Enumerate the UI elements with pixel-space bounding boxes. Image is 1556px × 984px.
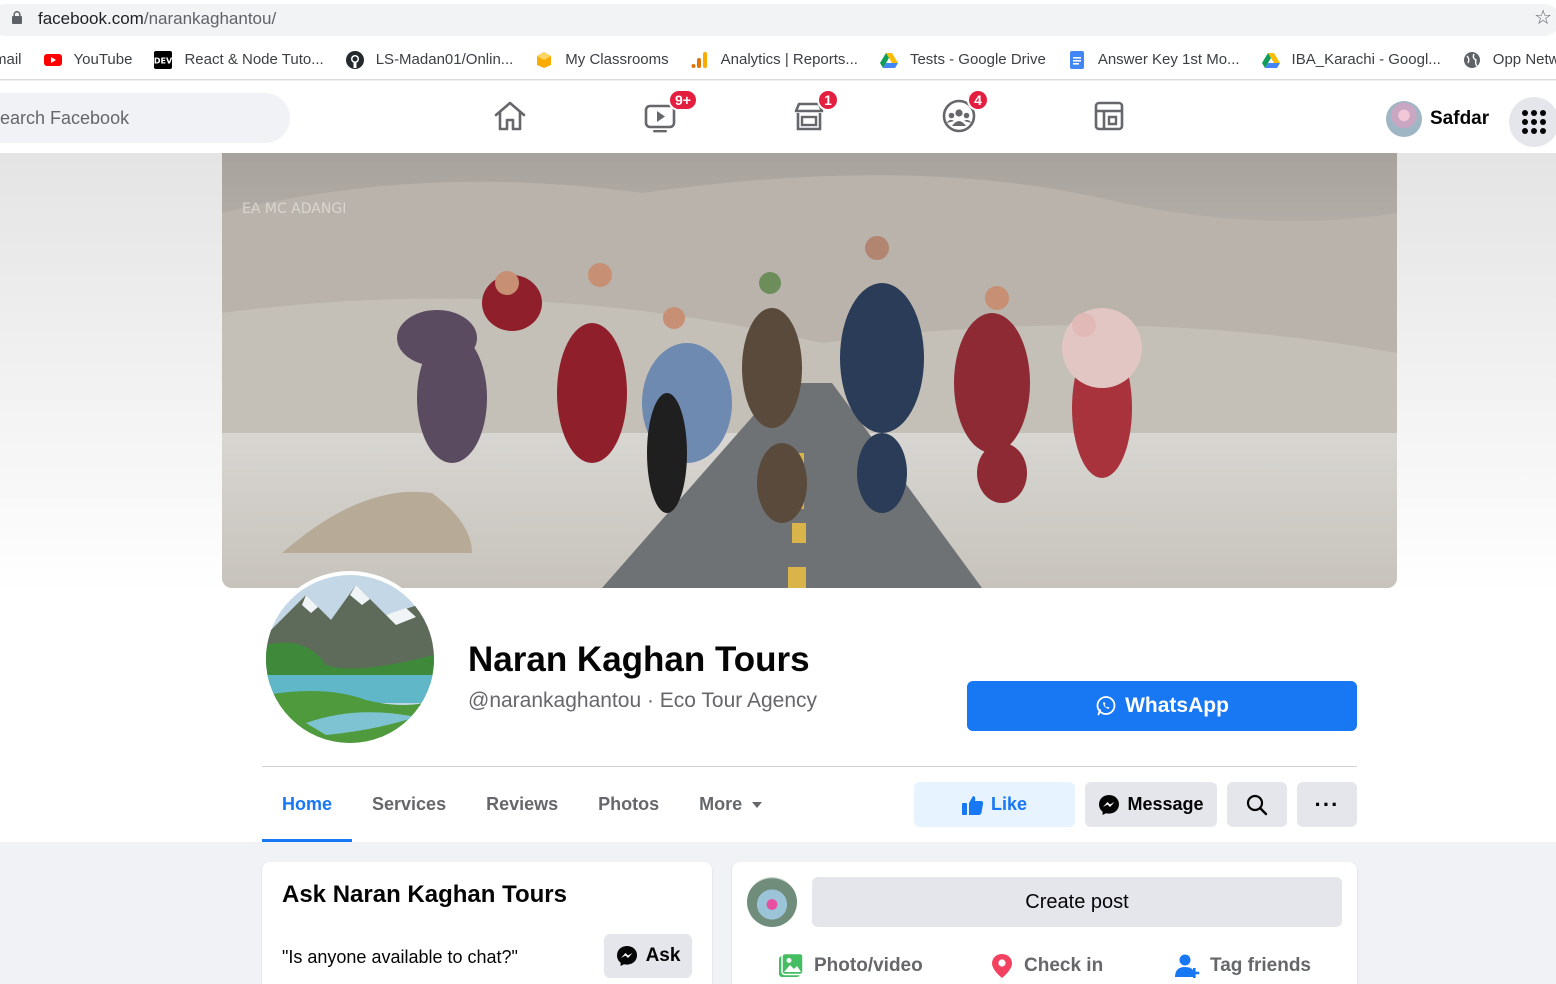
menu-grid-icon[interactable]: [1509, 97, 1556, 147]
message-button[interactable]: Message: [1085, 782, 1217, 827]
svg-text:DEV: DEV: [154, 56, 172, 65]
whatsapp-icon: [1096, 696, 1116, 716]
github-icon: [345, 50, 364, 69]
bookmark-label: IBA_Karachi - Googl...: [1291, 51, 1441, 68]
bookmark-label: React & Node Tuto...: [184, 51, 324, 68]
groups-badge: 4: [967, 89, 989, 111]
bookmark-label: YouTube: [73, 51, 133, 68]
bookmark-star-icon[interactable]: ☆: [1534, 8, 1552, 28]
create-post-card: Create post Photo/video Check in Tag fri…: [732, 862, 1357, 984]
browser-address-bar: facebook.com/narankaghantou/ ☆: [0, 0, 1556, 40]
tab-home[interactable]: Home: [262, 767, 353, 842]
url-path: /narankaghantou/: [143, 9, 277, 28]
google-drive-icon: [879, 52, 898, 68]
bookmark-label: mail: [0, 51, 22, 68]
avatar[interactable]: [747, 877, 797, 927]
message-label: Message: [1127, 794, 1204, 814]
create-post-button[interactable]: Create post: [812, 877, 1342, 927]
page-username-category: @narankaghantou · Eco Tour Agency: [468, 689, 817, 712]
avatar: [1386, 101, 1422, 137]
photo-video-label: Photo/video: [814, 955, 923, 976]
cover-photo[interactable]: EA MC ADANGI: [222, 153, 1397, 588]
bookmark-youtube[interactable]: YouTube: [43, 51, 133, 69]
profile-name: Safdar: [1430, 108, 1490, 129]
like-button[interactable]: Like: [914, 782, 1075, 827]
tab-more-label: More: [699, 794, 743, 814]
gaming-icon[interactable]: [1091, 98, 1127, 134]
whatsapp-button[interactable]: WhatsApp: [967, 681, 1357, 731]
dev-icon: DEV: [154, 50, 173, 69]
bookmark-label: Tests - Google Drive: [909, 51, 1046, 68]
page-title: Naran Kaghan Tours: [468, 640, 810, 679]
lock-icon: [12, 11, 22, 24]
page-search-button[interactable]: [1227, 782, 1287, 827]
bookmark-opp-network[interactable]: Opp Network: [1463, 51, 1556, 69]
bookmarks-bar: mail YouTube DEV React & Node Tuto... LS…: [0, 40, 1556, 80]
tag-friends-button[interactable]: Tag friends: [1174, 953, 1311, 979]
bookmark-gmail[interactable]: mail: [0, 51, 22, 68]
profile-chip[interactable]: Safdar: [1386, 101, 1489, 137]
google-docs-icon: [1069, 50, 1084, 69]
facebook-search-input[interactable]: earch Facebook: [0, 93, 290, 143]
youtube-icon: [43, 53, 62, 66]
search-placeholder: earch Facebook: [0, 108, 130, 128]
bookmark-dev[interactable]: DEV React & Node Tuto...: [154, 50, 324, 69]
ask-page-card: Ask Naran Kaghan Tours "Is anyone availa…: [262, 862, 712, 984]
thumbs-up-icon: [961, 795, 984, 815]
more-options-icon: ···: [1314, 791, 1340, 817]
bookmark-label: My Classrooms: [565, 51, 669, 68]
location-pin-icon: [992, 954, 1012, 978]
tag-friends-icon: [1175, 954, 1200, 978]
whatsapp-label: WhatsApp: [1125, 694, 1229, 717]
facebook-top-bar: earch Facebook 9+ 1 4 Safdar: [0, 81, 1556, 153]
bookmark-label: Opp Network: [1492, 51, 1556, 68]
bookmark-label: Answer Key 1st Mo...: [1097, 51, 1240, 68]
tag-friends-label: Tag friends: [1210, 955, 1311, 976]
page-profile-picture[interactable]: [262, 571, 438, 747]
create-post-label: Create post: [1025, 890, 1129, 913]
ask-suggested-question[interactable]: "Is anyone available to chat?": [282, 947, 518, 968]
marketplace-badge: 1: [817, 89, 839, 111]
lake-mountain-image: [266, 575, 434, 743]
ask-card-title: Ask Naran Kaghan Tours: [282, 881, 567, 908]
tab-reviews[interactable]: Reviews: [466, 767, 578, 842]
photo-icon: [779, 953, 804, 977]
messenger-icon: [616, 946, 637, 966]
bookmark-label: LS-Madan01/Onlin...: [375, 51, 514, 68]
ask-button[interactable]: Ask: [604, 934, 692, 978]
tab-more[interactable]: More: [679, 767, 782, 842]
google-drive-icon: [1261, 52, 1280, 68]
url-text[interactable]: facebook.com/narankaghantou/: [38, 9, 276, 29]
url-host: facebook.com: [38, 9, 144, 28]
tab-services[interactable]: Services: [352, 767, 466, 842]
bookmark-analytics[interactable]: Analytics | Reports...: [691, 51, 858, 69]
check-in-label: Check in: [1024, 955, 1104, 976]
analytics-icon: [691, 51, 707, 68]
check-in-button[interactable]: Check in: [990, 953, 1103, 979]
bookmark-classrooms[interactable]: My Classrooms: [535, 51, 669, 69]
bookmark-github[interactable]: LS-Madan01/Onlin...: [345, 50, 514, 69]
globe-icon: [1463, 51, 1480, 68]
more-options-button[interactable]: ···: [1297, 782, 1357, 827]
bookmark-label: Analytics | Reports...: [720, 51, 858, 68]
search-icon: [1246, 794, 1268, 815]
bookmark-iba-karachi[interactable]: IBA_Karachi - Googl...: [1261, 51, 1441, 69]
like-label: Like: [990, 794, 1028, 814]
messenger-icon: [1099, 794, 1120, 815]
photo-video-button[interactable]: Photo/video: [778, 953, 923, 979]
bookmark-drive-tests[interactable]: Tests - Google Drive: [879, 51, 1046, 69]
cover-painted-hillside-text: EA MC ADANGI: [242, 201, 346, 217]
caret-down-icon: [752, 801, 763, 808]
page-tabs: Home Services Reviews Photos More: [262, 767, 782, 842]
cover-photo-image: EA MC ADANGI: [222, 153, 1397, 588]
watch-badge: 9+: [668, 89, 698, 111]
classroom-icon: [537, 51, 552, 68]
ask-label: Ask: [645, 945, 681, 966]
home-icon[interactable]: [492, 98, 528, 134]
bookmark-answer-key[interactable]: Answer Key 1st Mo...: [1068, 50, 1240, 69]
tab-photos[interactable]: Photos: [578, 767, 679, 842]
